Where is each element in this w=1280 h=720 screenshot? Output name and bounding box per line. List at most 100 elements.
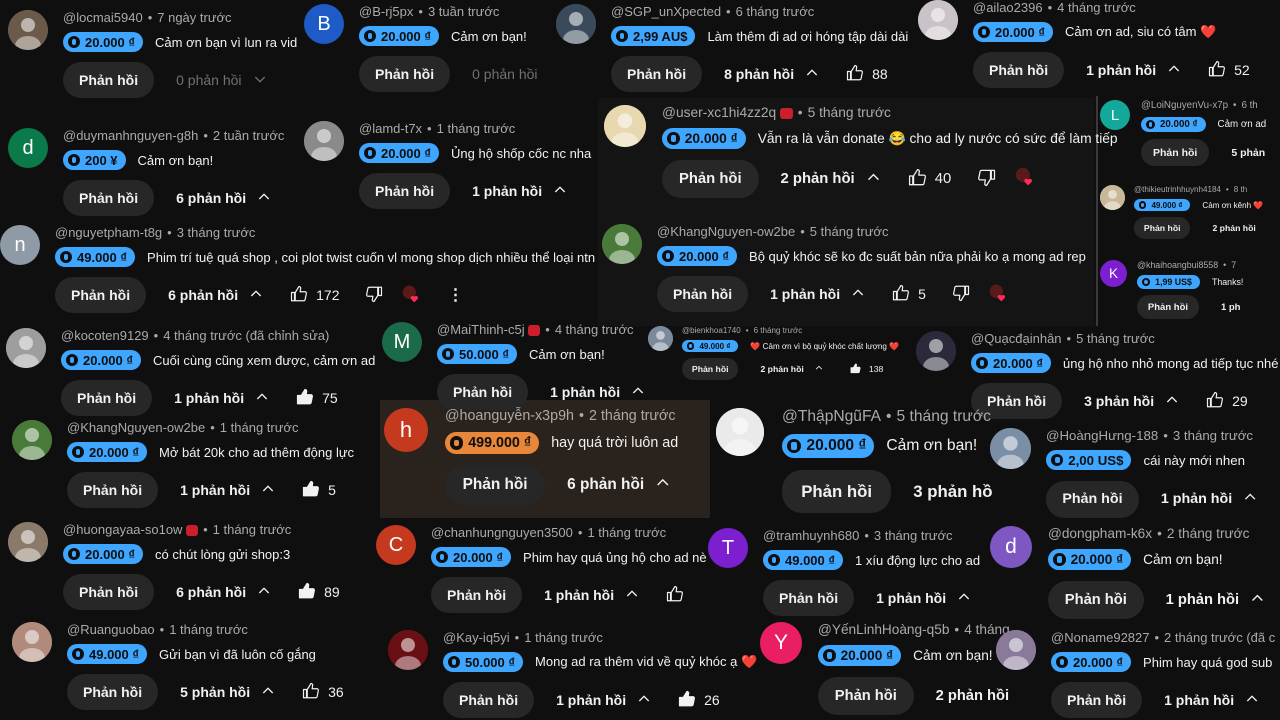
- username[interactable]: @Noname92827: [1051, 630, 1149, 645]
- like-button[interactable]: 75: [296, 388, 338, 409]
- view-replies-button[interactable]: 6 phản hồi: [567, 474, 672, 497]
- username[interactable]: @chanhungnguyen3500: [431, 525, 573, 540]
- view-replies-button[interactable]: 1 phản hồi: [174, 389, 270, 408]
- reply-button[interactable]: Phản hồi: [63, 574, 155, 610]
- reply-button[interactable]: Phản hồi: [63, 180, 155, 216]
- username[interactable]: @B-rj5px: [359, 4, 413, 19]
- more-actions-icon[interactable]: ⋮: [447, 285, 463, 305]
- username[interactable]: @Quạcđạinhân: [971, 331, 1062, 346]
- view-replies-button[interactable]: 1 phản hồi: [770, 285, 866, 304]
- timestamp[interactable]: 6 th: [1241, 100, 1257, 111]
- reply-button[interactable]: Phản hồi: [359, 56, 451, 92]
- reply-button[interactable]: Phản hồi: [818, 677, 914, 715]
- like-button[interactable]: [666, 585, 684, 606]
- avatar[interactable]: [388, 630, 428, 670]
- timestamp[interactable]: 6 tháng trước: [736, 4, 815, 19]
- view-replies-button[interactable]: 1 phản hồi: [180, 481, 276, 500]
- like-button[interactable]: 88: [846, 64, 888, 85]
- like-button[interactable]: 36: [302, 682, 344, 703]
- reply-button[interactable]: Phản hồi: [763, 580, 855, 616]
- timestamp[interactable]: 1 tháng trước: [169, 622, 248, 637]
- username[interactable]: @KhangNguyen-ow2be: [657, 224, 795, 239]
- like-button[interactable]: 5: [302, 480, 336, 501]
- reply-button[interactable]: Phản hồi: [611, 56, 703, 92]
- like-button[interactable]: 29: [1206, 391, 1248, 412]
- timestamp[interactable]: 3 tháng trước: [177, 225, 256, 240]
- dislike-button[interactable]: [952, 284, 970, 305]
- username[interactable]: @khaihoangbui8558: [1137, 260, 1218, 270]
- view-replies-button[interactable]: 1 phản hồi: [556, 691, 652, 710]
- username[interactable]: @Ruanguobao: [67, 622, 155, 637]
- like-button[interactable]: 89: [298, 582, 340, 603]
- view-replies-button[interactable]: 1 phản hồi: [544, 586, 640, 605]
- like-button[interactable]: 40: [908, 168, 951, 191]
- reply-button[interactable]: Phản hồi: [662, 160, 759, 199]
- like-button[interactable]: 52: [1208, 60, 1250, 81]
- view-replies-button[interactable]: 8 phản hồi: [724, 65, 820, 84]
- reply-button[interactable]: Phản hồi: [682, 358, 739, 381]
- username[interactable]: @SGP_unXpected: [611, 4, 721, 19]
- view-replies-button[interactable]: 3 phản hồi: [1084, 392, 1180, 411]
- view-replies-button[interactable]: 1 ph: [1221, 302, 1241, 313]
- timestamp[interactable]: 3 tháng trước: [1173, 428, 1253, 443]
- like-button[interactable]: 172: [290, 285, 339, 306]
- reply-button[interactable]: Phản hồi: [445, 465, 546, 505]
- like-button[interactable]: 5: [892, 284, 926, 305]
- reply-button[interactable]: Phản hồi: [657, 276, 749, 312]
- username[interactable]: @HoàngHưng-188: [1046, 428, 1158, 443]
- avatar[interactable]: [918, 0, 958, 40]
- username[interactable]: @dongpham-k6x: [1048, 526, 1152, 541]
- avatar[interactable]: [8, 522, 48, 562]
- username[interactable]: @user-xc1hi4zz2q: [662, 105, 776, 120]
- timestamp[interactable]: 5 tháng trước: [897, 408, 991, 425]
- like-button[interactable]: 138: [850, 363, 883, 376]
- avatar[interactable]: [556, 4, 596, 44]
- timestamp[interactable]: 7: [1231, 260, 1236, 270]
- avatar[interactable]: d: [990, 526, 1032, 568]
- timestamp[interactable]: 7 ngày trước: [157, 10, 231, 25]
- like-button[interactable]: 26: [678, 690, 720, 711]
- username[interactable]: @YếnLinhHoàng-q5b: [818, 622, 949, 637]
- avatar[interactable]: [8, 10, 48, 50]
- avatar[interactable]: [12, 622, 52, 662]
- username[interactable]: @tramhuynh680: [763, 528, 859, 543]
- timestamp[interactable]: 3 tháng trước: [874, 528, 953, 543]
- reply-button[interactable]: Phản hồi: [63, 62, 155, 98]
- timestamp[interactable]: 5 tháng trước: [810, 224, 889, 239]
- reply-button[interactable]: Phản hồi: [67, 472, 159, 508]
- avatar[interactable]: [916, 331, 956, 371]
- reply-button[interactable]: Phản hồi: [1048, 581, 1144, 619]
- timestamp[interactable]: 8 th: [1234, 185, 1247, 194]
- reply-button[interactable]: Phản hồi: [973, 52, 1065, 88]
- view-replies-button[interactable]: 0 phản hồi: [176, 71, 267, 90]
- view-replies-button[interactable]: 5 phản: [1231, 147, 1265, 159]
- username[interactable]: @KhangNguyen-ow2be: [67, 420, 205, 435]
- username[interactable]: @thikieutrinhhuynh4184: [1134, 185, 1221, 194]
- view-replies-button[interactable]: 3 phản hồ: [913, 482, 992, 502]
- username[interactable]: @MaiThinh-c5j: [437, 322, 525, 337]
- username[interactable]: @lamd-t7x: [359, 121, 422, 136]
- timestamp[interactable]: 2 tháng trước: [589, 408, 676, 424]
- view-replies-button[interactable]: 6 phản hồi: [176, 189, 272, 208]
- username[interactable]: @LoiNguyenVu-x7p: [1141, 100, 1228, 111]
- view-replies-button[interactable]: 1 phản hồi: [876, 589, 972, 608]
- reply-button[interactable]: Phản hồi: [443, 682, 535, 718]
- username[interactable]: @huongayaa-so1ow: [63, 522, 182, 537]
- username[interactable]: @nguyetpham-t8g: [55, 225, 162, 240]
- view-replies-button[interactable]: 0 phản hồi: [472, 66, 537, 82]
- timestamp[interactable]: 3 tuần trước: [428, 4, 499, 19]
- avatar[interactable]: [990, 428, 1031, 469]
- username[interactable]: @bienkhoa1740: [682, 326, 741, 335]
- dislike-button[interactable]: [977, 168, 996, 191]
- avatar[interactable]: L: [1100, 100, 1130, 130]
- avatar[interactable]: [12, 420, 52, 460]
- timestamp[interactable]: 2 tháng trước: [1167, 526, 1250, 541]
- avatar[interactable]: M: [382, 322, 422, 362]
- timestamp[interactable]: 4 tháng trước: [555, 322, 634, 337]
- view-replies-button[interactable]: 2 phản hồi: [1212, 223, 1255, 233]
- view-replies-button[interactable]: 1 phản hồi: [1161, 489, 1259, 509]
- avatar[interactable]: [1100, 185, 1125, 210]
- avatar[interactable]: h: [384, 408, 428, 452]
- timestamp[interactable]: 4 tháng trước (đã chỉnh sửa): [163, 328, 329, 343]
- view-replies-button[interactable]: 1 phản hồi: [550, 383, 646, 402]
